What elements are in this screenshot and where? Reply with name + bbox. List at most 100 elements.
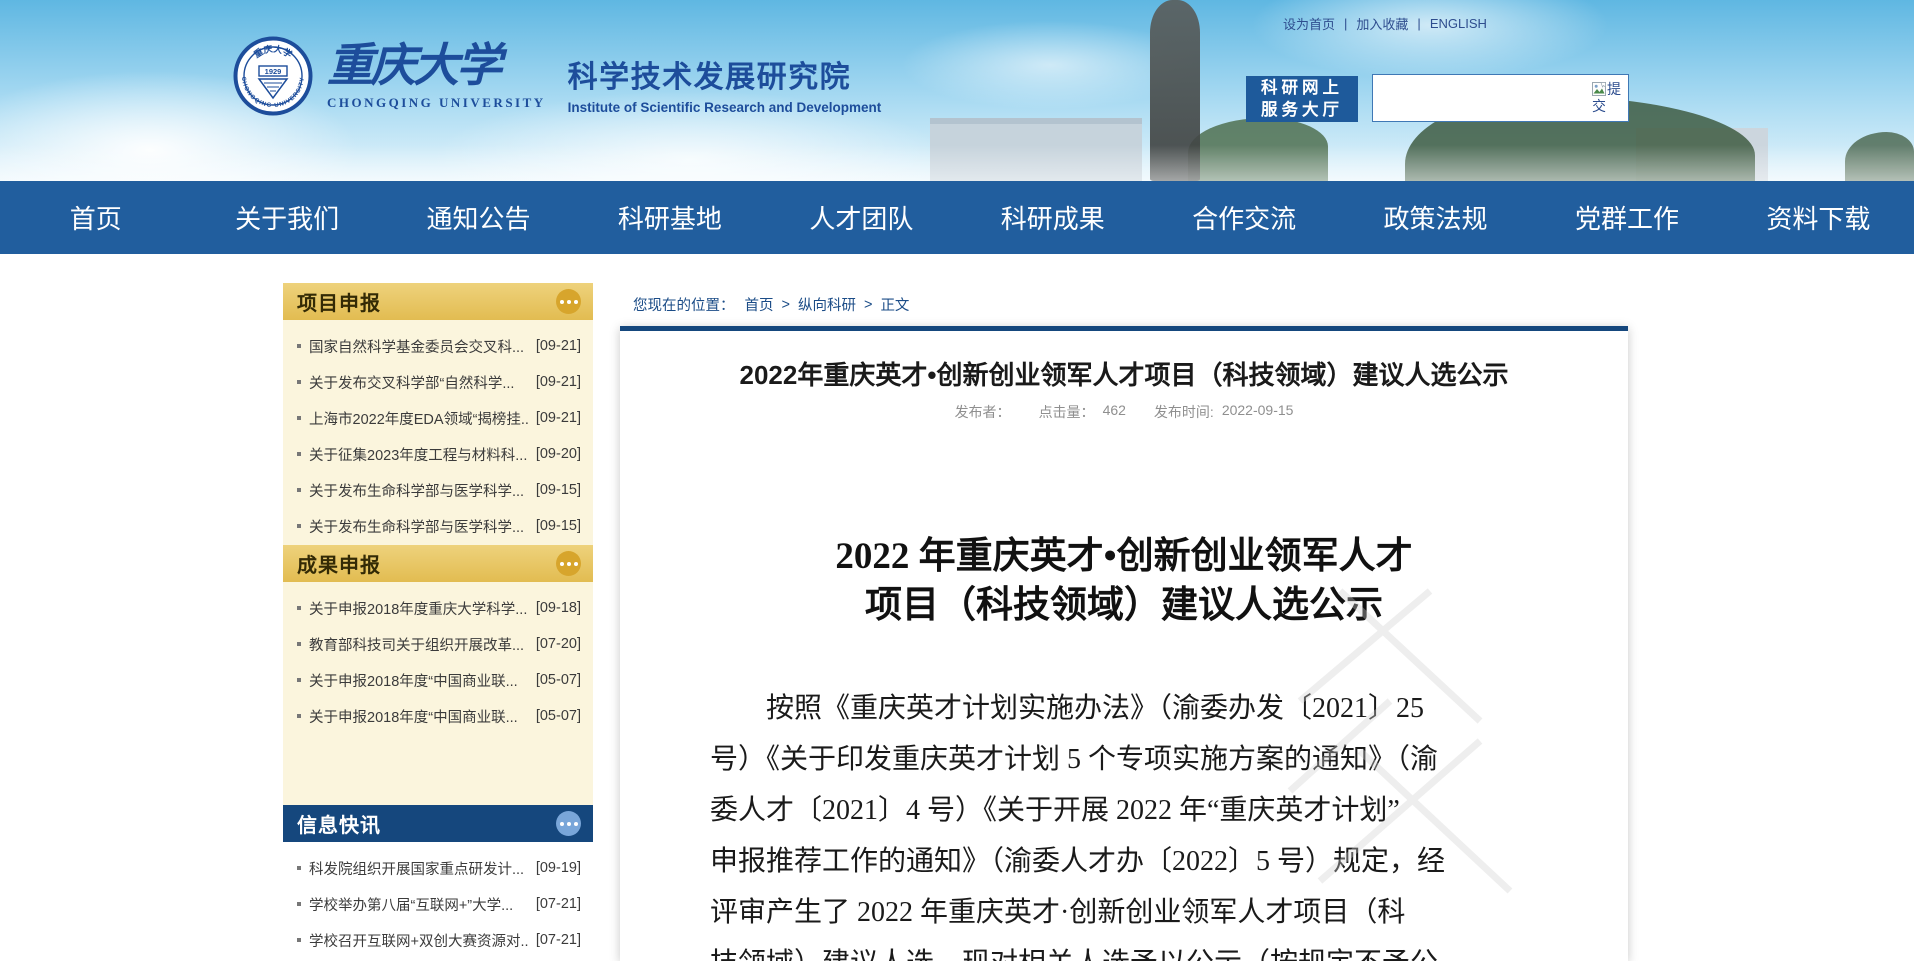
list-item[interactable]: 关于发布生命科学部与医学科学... [09-15] (283, 472, 593, 508)
sidebar-section-achievement-application: 成果申报 (283, 545, 593, 582)
seal-year: 1929 (265, 67, 282, 76)
more-icon[interactable] (556, 551, 581, 576)
item-title: 关于征集2023年度工程与材料科... (309, 444, 528, 465)
item-date: [07-21] (536, 932, 581, 948)
body-line: 申报推荐工作的通知》（渝委人才办〔2022〕5 号）规定，经 (710, 836, 1544, 887)
breadcrumb-vertical-research[interactable]: 纵向科研 (798, 294, 856, 315)
item-title: 学校召开互联网+双创大赛资源对... (309, 930, 528, 951)
bullet-icon (297, 606, 301, 610)
item-date: [07-20] (536, 636, 581, 652)
article-title: 2022年重庆英才•创新创业领军人才项目（科技领域）建议人选公示 (620, 355, 1628, 392)
bullet-icon (297, 902, 301, 906)
university-name-cn: 重庆大学 (327, 40, 546, 92)
sidebar-list: 科发院组织开展国家重点研发计... [09-19] 学校举办第八届“互联网+”大学… (283, 842, 593, 958)
main-nav: 首页 关于我们 通知公告 科研基地 人才团队 科研成果 合作交流 政策法规 党群… (0, 181, 1914, 254)
item-title: 关于发布交叉科学部“自然科学... (309, 372, 528, 393)
breadcrumb-home[interactable]: 首页 (745, 294, 774, 315)
publisher-label: 发布者： (955, 402, 1011, 422)
institute-name-en: Institute of Scientific Research and Dev… (568, 100, 882, 115)
topbar-separator: | (1344, 16, 1347, 31)
bullet-icon (297, 488, 301, 492)
header-banner: 设为首页 | 加入收藏 | ENGLISH 重庆大学 CHONGQING UNI… (0, 0, 1914, 181)
item-date: [09-15] (536, 482, 581, 498)
list-item[interactable]: 关于申报2018年度“中国商业联... [05-07] (283, 662, 593, 698)
nav-item-party-work[interactable]: 党群工作 (1531, 181, 1722, 254)
list-item[interactable]: 关于发布生命科学部与医学科学...[09-15] (283, 508, 593, 544)
cloud-decoration (1250, 0, 1610, 80)
banner-haze (0, 145, 1914, 181)
nav-item-downloads[interactable]: 资料下载 (1723, 181, 1914, 254)
search-input[interactable] (1373, 75, 1592, 121)
sidebar-section-project-application: 项目申报 (283, 283, 593, 320)
nav-item-talent-teams[interactable]: 人才团队 (766, 181, 957, 254)
breadcrumb-current[interactable]: 正文 (880, 294, 909, 315)
item-date: [09-20] (536, 446, 581, 462)
breadcrumb-label: 您现在的位置： (633, 294, 735, 315)
item-date: [09-18] (536, 600, 581, 616)
list-item[interactable]: 学校举办第八届“互联网+”大学...[07-21] (283, 886, 593, 922)
site-logo[interactable]: 重庆大学 CHONGQING UNIVERSITY 1929 重庆大学 CHON… (233, 36, 881, 116)
item-title: 关于申报2018年度“中国商业联... (309, 670, 528, 691)
body-line: 技领域）建议人选，现对相关人选予以公示（按规定不予公 (710, 938, 1544, 961)
institute-name-block: 科学技术发展研究院 Institute of Scientific Resear… (568, 52, 882, 115)
item-title: 关于申报2018年度“中国商业联... (309, 706, 528, 727)
add-favorite-link[interactable]: 加入收藏 (1356, 14, 1408, 33)
bullet-icon (297, 938, 301, 942)
topbar-links: 设为首页 | 加入收藏 | ENGLISH (1283, 14, 1487, 33)
item-date: [05-07] (536, 708, 581, 724)
service-line2: 服务大厅 (1261, 99, 1343, 121)
list-item[interactable]: 学校召开互联网+双创大赛资源对... [07-21] (283, 922, 593, 958)
research-service-hall-button[interactable]: 科研网上 服务大厅 (1246, 76, 1358, 122)
broken-image-icon (1592, 82, 1606, 96)
sidebar-section-news-flash: 信息快讯 (283, 805, 593, 842)
list-item[interactable]: 科发院组织开展国家重点研发计... [09-19] (283, 850, 593, 886)
english-link[interactable]: ENGLISH (1430, 16, 1487, 31)
item-title: 关于申报2018年度重庆大学科学... (309, 598, 528, 619)
set-homepage-link[interactable]: 设为首页 (1283, 14, 1335, 33)
nav-item-policies[interactable]: 政策法规 (1340, 181, 1531, 254)
section-title: 项目申报 (297, 287, 381, 316)
breadcrumb: 您现在的位置： 首页 > 纵向科研 > 正文 (633, 294, 913, 315)
section-title: 成果申报 (297, 549, 381, 578)
document-body: 按照《重庆英才计划实施办法》（渝委办发〔2021〕25 号）《关于印发重庆英才计… (710, 683, 1544, 961)
more-icon[interactable] (556, 811, 581, 836)
item-title: 关于发布生命科学部与医学科学... (309, 480, 528, 501)
heading-line-1: 2022 年重庆英才•创新创业领军人才 (620, 532, 1628, 581)
list-item[interactable]: 关于发布交叉科学部“自然科学...[09-21] (283, 364, 593, 400)
list-item[interactable]: 关于申报2018年度重庆大学科学... [09-18] (283, 590, 593, 626)
body-line: 委人才〔2021〕4 号）《关于开展 2022 年“重庆英才计划” (710, 785, 1544, 836)
nav-item-home[interactable]: 首页 (0, 181, 191, 254)
university-seal-icon: 重庆大学 CHONGQING UNIVERSITY 1929 (233, 36, 313, 116)
item-title: 关于发布生命科学部与医学科学... (309, 516, 528, 537)
list-item[interactable]: 关于征集2023年度工程与材料科... [09-20] (283, 436, 593, 472)
item-title: 教育部科技司关于组织开展改革... (309, 634, 528, 655)
heading-line-2: 项目（科技领域）建议人选公示 (620, 581, 1628, 630)
item-date: [07-21] (536, 896, 581, 912)
bullet-icon (297, 452, 301, 456)
publish-time-label: 发布时间: (1154, 402, 1214, 422)
body-line: 按照《重庆英才计划实施办法》（渝委办发〔2021〕25 (710, 683, 1544, 734)
list-item[interactable]: 教育部科技司关于组织开展改革... [07-20] (283, 626, 593, 662)
item-title: 科发院组织开展国家重点研发计... (309, 858, 528, 879)
nav-item-research-bases[interactable]: 科研基地 (574, 181, 765, 254)
publish-time-value: 2022-09-15 (1222, 402, 1294, 422)
nav-item-research-achievements[interactable]: 科研成果 (957, 181, 1148, 254)
list-item[interactable]: 上海市2022年度EDA领域“揭榜挂... [09-21] (283, 400, 593, 436)
nav-item-about[interactable]: 关于我们 (191, 181, 382, 254)
sidebar: 项目申报 国家自然科学基金委员会交叉科...[09-21] 关于发布交叉科学部“… (283, 283, 593, 958)
nav-item-notices[interactable]: 通知公告 (383, 181, 574, 254)
sidebar-list: 国家自然科学基金委员会交叉科...[09-21] 关于发布交叉科学部“自然科学.… (283, 320, 593, 545)
item-date: [09-19] (536, 860, 581, 876)
list-item[interactable]: 关于申报2018年度“中国商业联... [05-07] (283, 698, 593, 734)
bullet-icon (297, 524, 301, 528)
item-date: [05-07] (536, 672, 581, 688)
section-title: 信息快讯 (297, 809, 381, 838)
more-icon[interactable] (556, 289, 581, 314)
body-line: 号）《关于印发重庆英才计划 5 个专项实施方案的通知》（渝 (710, 734, 1544, 785)
bullet-icon (297, 678, 301, 682)
nav-item-cooperation[interactable]: 合作交流 (1148, 181, 1339, 254)
item-date: [09-21] (536, 410, 581, 426)
list-item[interactable]: 国家自然科学基金委员会交叉科...[09-21] (283, 328, 593, 364)
item-title: 上海市2022年度EDA领域“揭榜挂... (309, 408, 528, 429)
search-submit-button[interactable]: 提交 (1592, 75, 1628, 115)
